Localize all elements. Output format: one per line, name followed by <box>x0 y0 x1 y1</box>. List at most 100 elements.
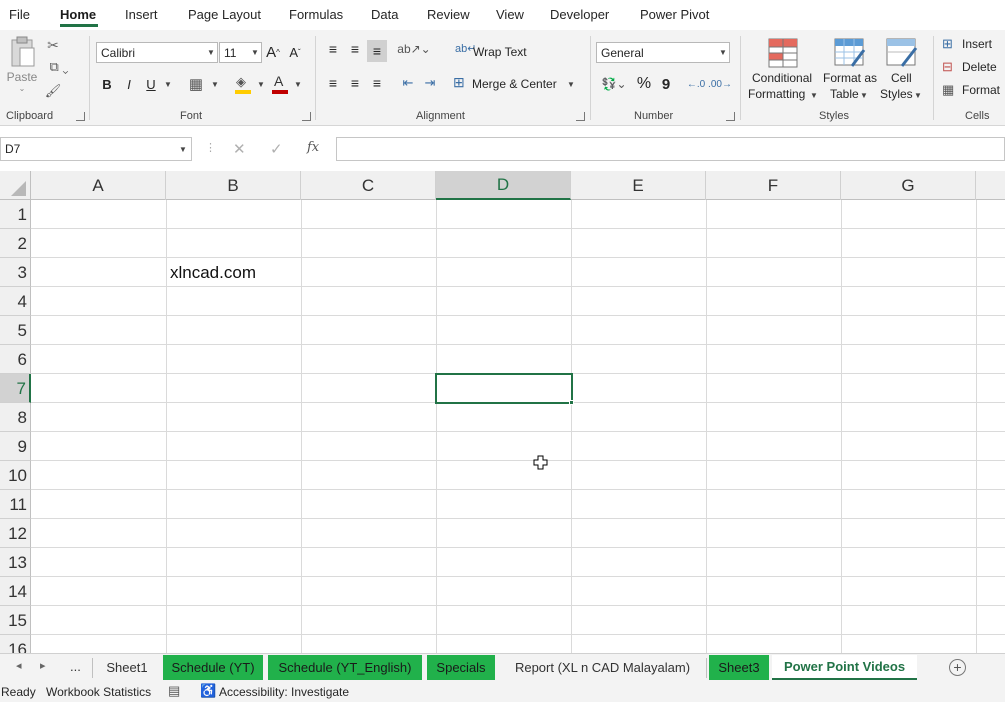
borders-icon[interactable]: ▦ <box>187 74 205 94</box>
row-header-9[interactable]: 9 <box>0 432 31 461</box>
row-header-6[interactable]: 6 <box>0 345 31 374</box>
tab-data[interactable]: Data <box>371 7 398 22</box>
insert-function-icon[interactable]: fx <box>307 140 319 155</box>
worksheet-grid[interactable]: A B C D E F G 1 2 3 4 5 6 7 8 9 10 11 12… <box>0 171 1005 653</box>
merge-center-button[interactable]: ⊞ Merge & Center ▼ <box>453 74 578 94</box>
wrap-text-button[interactable]: ab↵ Wrap Text <box>453 42 533 62</box>
macro-recording-icon[interactable]: ▤ <box>168 683 180 699</box>
paste-button[interactable]: Paste ⌄ <box>6 36 38 98</box>
row-header-8[interactable]: 8 <box>0 403 31 432</box>
format-cells-button[interactable]: ▦ Format <box>942 82 1005 100</box>
sheet-tab-sheet1[interactable]: Sheet1 <box>94 655 160 680</box>
sheet-tab-specials[interactable]: Specials <box>427 655 495 680</box>
tab-insert[interactable]: Insert <box>125 7 158 22</box>
row-header-1[interactable]: 1 <box>0 200 31 229</box>
align-center-icon[interactable]: ≡ <box>346 74 364 92</box>
orientation-icon[interactable]: ab↗⌄ <box>397 40 430 58</box>
insert-cells-button[interactable]: ⊞ Insert <box>942 36 1005 54</box>
row-header-7[interactable]: 7 <box>0 374 31 403</box>
column-header-f[interactable]: F <box>706 171 841 200</box>
next-sheet-icon[interactable]: ▸ <box>40 659 46 672</box>
align-left-icon[interactable]: ≡ <box>324 74 342 92</box>
underline-button[interactable]: U <box>143 74 159 94</box>
row-header-3[interactable]: 3 <box>0 258 31 287</box>
row-header-5[interactable]: 5 <box>0 316 31 345</box>
sheet-tab-schedule-yt[interactable]: Schedule (YT) <box>163 655 263 680</box>
tab-developer[interactable]: Developer <box>550 7 609 22</box>
column-header-g[interactable]: G <box>841 171 976 200</box>
number-launcher-icon[interactable] <box>726 112 735 121</box>
row-header-12[interactable]: 12 <box>0 519 31 548</box>
workbook-statistics-button[interactable]: Workbook Statistics <box>46 685 151 699</box>
currency-icon[interactable]: 💱⌄ <box>598 74 630 94</box>
clipboard-launcher-icon[interactable] <box>76 112 85 121</box>
tab-formulas[interactable]: Formulas <box>289 7 343 22</box>
copy-icon[interactable]: ⧉ ⌄ <box>44 58 74 76</box>
bold-button[interactable]: B <box>99 74 115 94</box>
chevron-down-icon: ▼ <box>567 80 575 89</box>
fill-color-button[interactable]: ◈ <box>234 74 252 94</box>
font-launcher-icon[interactable] <box>302 112 311 121</box>
sheet-tab-report[interactable]: Report (XL n CAD Malayalam) <box>500 655 705 680</box>
column-header-a[interactable]: A <box>31 171 166 200</box>
accessibility-status[interactable]: Accessibility: Investigate <box>219 685 349 699</box>
row-header-15[interactable]: 15 <box>0 606 31 635</box>
cancel-icon[interactable]: ✕ <box>233 140 246 158</box>
more-sheets-button[interactable]: ... <box>70 659 81 674</box>
format-painter-icon[interactable]: 🖌 <box>44 82 62 100</box>
tab-power-pivot[interactable]: Power Pivot <box>640 7 709 22</box>
decrease-indent-icon[interactable]: ⇤ <box>399 74 417 92</box>
cell-b3[interactable]: xlncad.com <box>170 263 256 283</box>
increase-indent-icon[interactable]: ⇥ <box>421 74 439 92</box>
column-header-b[interactable]: B <box>166 171 301 200</box>
row-header-16[interactable]: 16 <box>0 635 31 653</box>
percent-button[interactable]: % <box>635 74 653 94</box>
group-separator <box>89 36 90 120</box>
alignment-launcher-icon[interactable] <box>576 112 585 121</box>
align-right-icon[interactable]: ≡ <box>368 74 386 92</box>
align-middle-icon[interactable]: ≡ <box>346 40 364 58</box>
fill-handle[interactable] <box>569 400 574 405</box>
row-header-4[interactable]: 4 <box>0 287 31 316</box>
tab-home[interactable]: Home <box>60 7 96 22</box>
increase-decimal-icon[interactable]: ←.0 <box>686 74 706 94</box>
selected-cell-d7[interactable] <box>435 373 573 404</box>
sheet-tab-sheet3[interactable]: Sheet3 <box>709 655 769 680</box>
row-header-11[interactable]: 11 <box>0 490 31 519</box>
decrease-decimal-icon[interactable]: .00→ <box>708 74 732 94</box>
add-sheet-button[interactable]: + <box>949 659 966 676</box>
italic-button[interactable]: I <box>121 74 137 94</box>
format-as-table-button[interactable]: Format as Table ▼ <box>822 36 878 106</box>
name-box[interactable]: D7 <box>0 137 192 161</box>
font-family-select[interactable]: Calibri <box>96 42 218 63</box>
sheet-tab-schedule-yt-english[interactable]: Schedule (YT_English) <box>268 655 422 680</box>
row-header-2[interactable]: 2 <box>0 229 31 258</box>
shrink-font-button[interactable]: Aˇ <box>287 42 303 62</box>
sheet-tab-power-point-videos[interactable]: Power Point Videos <box>772 655 917 680</box>
row-header-13[interactable]: 13 <box>0 548 31 577</box>
gridline <box>31 605 1005 606</box>
grow-font-button[interactable]: A ^ <box>265 42 281 62</box>
tab-file[interactable]: File <box>9 7 30 22</box>
comma-button[interactable]: 9 <box>659 74 673 94</box>
cell-styles-button[interactable]: Cell Styles ▼ <box>878 36 926 106</box>
row-header-14[interactable]: 14 <box>0 577 31 606</box>
formula-input[interactable] <box>336 137 1005 161</box>
column-header-e[interactable]: E <box>571 171 706 200</box>
previous-sheet-icon[interactable]: ◂ <box>16 659 22 672</box>
tab-page-layout[interactable]: Page Layout <box>188 7 261 22</box>
delete-cells-button[interactable]: ⊟ Delete <box>942 59 1005 77</box>
tab-review[interactable]: Review <box>427 7 470 22</box>
column-header-c[interactable]: C <box>301 171 436 200</box>
column-header-d[interactable]: D <box>436 171 571 200</box>
confirm-icon[interactable]: ✓ <box>270 140 283 158</box>
select-all-corner[interactable] <box>0 171 31 200</box>
conditional-formatting-button[interactable]: Conditional Formatting ▼ <box>746 36 820 106</box>
tab-view[interactable]: View <box>496 7 524 22</box>
row-header-10[interactable]: 10 <box>0 461 31 490</box>
align-top-icon[interactable]: ≡ <box>324 40 342 58</box>
number-format-select[interactable]: General <box>596 42 730 63</box>
cut-icon[interactable]: ✂ <box>44 36 62 54</box>
align-bottom-icon[interactable]: ≡ <box>367 40 387 62</box>
font-color-button[interactable]: A <box>271 73 289 94</box>
